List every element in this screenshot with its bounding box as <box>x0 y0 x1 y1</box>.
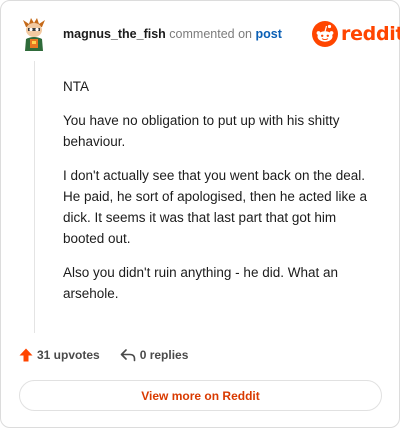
replies-button[interactable]: 0 replies <box>120 348 189 362</box>
comment-paragraph: NTA <box>63 79 89 94</box>
action-text: commented on <box>169 27 252 41</box>
comment-paragraph: Also you didn't ruin anything - he did. … <box>63 265 338 301</box>
comment-header: magnus_the_fish commented on post <box>63 27 282 41</box>
comment-paragraph: I don't actually see that you went back … <box>63 168 367 246</box>
post-link[interactable]: post <box>255 27 281 41</box>
username-link[interactable]: magnus_the_fish <box>63 27 166 41</box>
comment-paragraph: You have no obligation to put up with hi… <box>63 113 340 149</box>
reddit-wordmark: reddit <box>341 23 400 45</box>
reddit-logo[interactable]: reddit <box>312 20 400 48</box>
upvote-arrow-icon <box>19 348 33 362</box>
reply-count: 0 replies <box>139 348 189 362</box>
avatar-icon <box>23 18 45 51</box>
view-more-button[interactable]: View more on Reddit <box>19 380 382 411</box>
comment-body: NTA You have no obligation to put up wit… <box>63 76 371 317</box>
embedded-comment-card: magnus_the_fish commented on post reddit… <box>0 0 400 428</box>
thread-line <box>34 61 35 333</box>
reply-arrow-icon <box>120 349 136 362</box>
avatar[interactable] <box>19 17 49 51</box>
reddit-snoo-icon <box>312 21 338 47</box>
comment-actions: 31 upvotes 0 replies <box>19 345 188 365</box>
view-more-label: View more on Reddit <box>141 388 260 403</box>
upvote-button[interactable]: 31 upvotes <box>19 348 100 362</box>
upvote-count: 31 upvotes <box>37 348 100 362</box>
